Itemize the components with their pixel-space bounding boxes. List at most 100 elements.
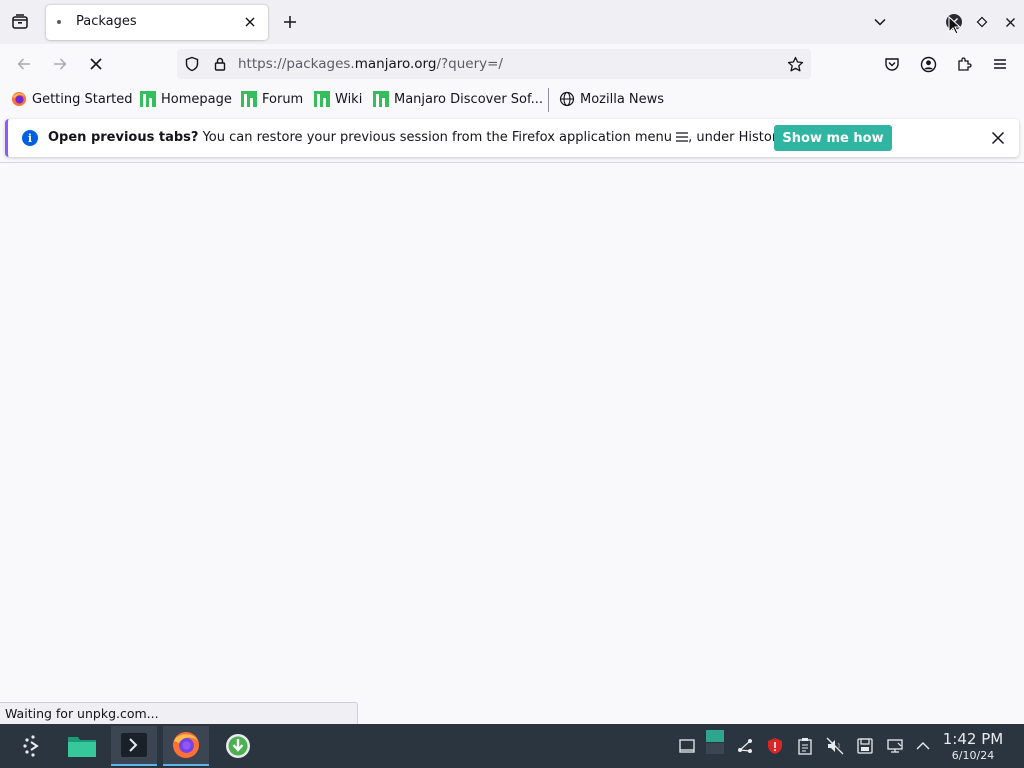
notification-close-button[interactable] xyxy=(989,129,1007,147)
bookmarks-separator xyxy=(548,88,549,112)
bookmark-label: Manjaro Discover Sof... xyxy=(394,91,544,107)
bookmark-label: Forum xyxy=(262,91,304,107)
update-manager-icon xyxy=(226,734,250,758)
notification-text-end: , under History. xyxy=(688,130,788,145)
manjaro-icon xyxy=(373,91,389,107)
close-icon xyxy=(90,58,102,70)
bookmark-star-button[interactable] xyxy=(785,54,805,74)
new-tab-button[interactable] xyxy=(276,8,304,36)
close-icon xyxy=(245,17,255,27)
taskbar-update-manager[interactable] xyxy=(215,726,261,766)
bookmark-wiki[interactable]: Wiki xyxy=(314,90,362,108)
bookmark-mozilla-news[interactable]: Mozilla News xyxy=(559,90,664,108)
bookmark-label: Wiki xyxy=(335,91,363,107)
desktop-icon xyxy=(679,739,695,753)
tray-security[interactable] xyxy=(765,736,785,756)
forward-button[interactable] xyxy=(46,50,74,78)
hamburger-menu-icon xyxy=(676,132,689,142)
taskbar-terminal[interactable] xyxy=(111,726,157,766)
mouse-cursor-icon xyxy=(948,16,962,35)
show-me-how-button[interactable]: Show me how xyxy=(774,125,892,151)
navigation-toolbar: https://packages.manjaro.org/?query=/ xyxy=(0,44,1024,84)
tray-clipboard[interactable] xyxy=(795,736,815,756)
close-icon xyxy=(991,131,1005,145)
application-launcher-button[interactable] xyxy=(10,726,56,766)
taskbar-file-manager[interactable] xyxy=(59,726,105,766)
globe-icon xyxy=(559,91,575,107)
account-button[interactable] xyxy=(914,50,942,78)
manjaro-icon xyxy=(314,91,330,107)
bookmark-forum[interactable]: Forum xyxy=(241,90,303,108)
network-share-icon xyxy=(738,739,752,753)
chevron-down-icon xyxy=(874,18,886,26)
notification-text: You can restore your previous session fr… xyxy=(202,130,673,145)
tray-network[interactable] xyxy=(885,736,905,756)
shield-icon[interactable] xyxy=(182,54,202,74)
list-all-tabs-button[interactable] xyxy=(866,8,894,36)
tab-close-button[interactable] xyxy=(238,10,262,34)
tray-storage[interactable] xyxy=(855,736,875,756)
bookmark-label: Mozilla News xyxy=(580,91,665,107)
url-text[interactable]: https://packages.manjaro.org/?query=/ xyxy=(238,56,503,72)
clipboard-icon xyxy=(798,738,812,755)
launcher-icon xyxy=(23,735,39,757)
bookmark-getting-started[interactable]: Getting Started xyxy=(11,90,133,108)
arrow-left-icon xyxy=(17,58,30,70)
url-prefix: https://packages. xyxy=(238,56,355,72)
extensions-button[interactable] xyxy=(950,50,978,78)
bookmark-manjaro-discover[interactable]: Manjaro Discover Sof... xyxy=(373,90,543,108)
status-panel: Waiting for unpkg.com... xyxy=(0,702,358,724)
notification-title: Open previous tabs? xyxy=(48,130,199,145)
tab-packages[interactable]: Packages xyxy=(46,5,268,40)
address-bar[interactable]: https://packages.manjaro.org/?query=/ xyxy=(177,49,811,79)
tray-kdeconnect[interactable] xyxy=(735,736,755,756)
tray-show-desktop[interactable] xyxy=(677,736,697,756)
url-host: manjaro.org xyxy=(354,56,437,72)
window-maximize-button[interactable] xyxy=(968,8,996,36)
tray-volume[interactable] xyxy=(825,736,845,756)
network-wired-icon xyxy=(887,739,903,753)
bookmark-label: Getting Started xyxy=(32,91,133,107)
manjaro-icon xyxy=(241,91,257,107)
back-button[interactable] xyxy=(10,50,38,78)
url-path: /?query=/ xyxy=(436,56,503,72)
bookmark-homepage[interactable]: Homepage xyxy=(140,90,232,108)
taskbar-firefox[interactable] xyxy=(163,726,209,766)
account-icon xyxy=(920,56,936,72)
tab-title: Packages xyxy=(76,14,137,29)
firefox-icon xyxy=(173,732,199,758)
diamond-icon xyxy=(976,16,988,28)
firefox-view-button[interactable] xyxy=(6,8,34,36)
puzzle-icon xyxy=(958,57,972,71)
volume-muted-icon xyxy=(826,737,844,755)
page-content[interactable] xyxy=(0,163,1024,724)
terminal-icon xyxy=(121,733,147,757)
bookmark-label: Homepage xyxy=(161,91,232,107)
disk-icon xyxy=(857,738,873,754)
pocket-button[interactable] xyxy=(878,50,906,78)
tray-pager[interactable] xyxy=(705,730,725,754)
loading-indicator-icon xyxy=(57,20,61,24)
virtual-desktop-icon xyxy=(706,730,724,754)
manjaro-icon xyxy=(140,91,156,107)
app-menu-button[interactable] xyxy=(986,50,1014,78)
clock-time: 1:42 PM xyxy=(942,730,1004,748)
tab-strip: Packages xyxy=(0,0,1024,44)
chevron-up-icon xyxy=(916,742,930,750)
plus-icon xyxy=(284,16,296,28)
hamburger-menu-icon xyxy=(994,59,1006,69)
arrow-right-icon xyxy=(54,58,67,70)
info-icon: i xyxy=(22,130,38,146)
lock-icon[interactable] xyxy=(210,54,230,74)
firefox-icon xyxy=(12,92,26,106)
tray-expand-button[interactable] xyxy=(913,736,933,756)
window-close-button[interactable] xyxy=(996,8,1024,36)
session-restore-notification: i Open previous tabs? You can restore yo… xyxy=(5,119,1019,157)
bookmarks-toolbar: Getting Started Homepage Forum Wiki Manj… xyxy=(0,84,1024,114)
firefox-view-icon xyxy=(12,14,28,29)
pocket-icon xyxy=(885,58,899,71)
stop-loading-button[interactable] xyxy=(82,50,110,78)
taskbar: 1:42 PM 6/10/24 xyxy=(0,724,1024,768)
digital-clock[interactable]: 1:42 PM 6/10/24 xyxy=(940,730,1006,762)
file-manager-icon xyxy=(68,737,96,757)
